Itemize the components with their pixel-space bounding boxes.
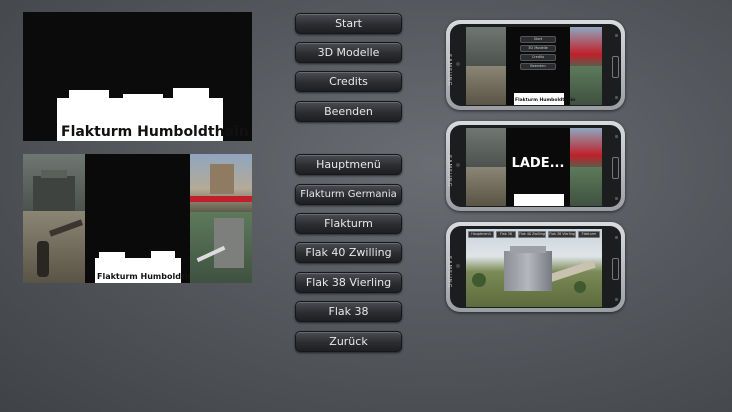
screen-photo-left-bottom: [466, 66, 506, 105]
fortress-roof: [123, 94, 163, 100]
mini-start-button: Start: [520, 36, 556, 43]
phone-key-top: [615, 34, 618, 37]
phone-brand-label: SAMSUNG: [446, 256, 452, 289]
phone-key-bottom: [615, 96, 618, 99]
mini-quit-button: Beenden: [520, 63, 556, 70]
mini-tab-flakturm: Flakturm: [578, 231, 600, 238]
phone-home-button: [612, 157, 619, 179]
photo-collage: Flakturm Humboldthain: [23, 154, 252, 283]
phone-key-top: [615, 236, 618, 239]
mini-fortress-silhouette: [514, 194, 564, 206]
collage-title: Flakturm Humboldthain: [97, 272, 190, 281]
screen-photo-left-top: [466, 27, 506, 66]
screen-photo-left-top: [466, 128, 506, 167]
loading-text: LADE...: [511, 156, 565, 171]
phone-body: SAMSUNG Hauptmenü Flak 38 Flak 40 Zwilli…: [446, 226, 621, 308]
phone-body: SAMSUNG LADE...: [446, 125, 621, 207]
phone-home-button: [612, 56, 619, 78]
logo-title: Flakturm Humboldthain: [61, 124, 249, 140]
photo-tower-trees: [190, 212, 252, 283]
phone-model-preview: SAMSUNG Hauptmenü Flak 38 Flak 40 Zwilli…: [446, 222, 625, 312]
mini-tab-flak-38-vierling: Flak 38 Vierling: [548, 231, 576, 238]
collage-fortress-tower: [99, 252, 125, 260]
flak-38-button[interactable]: Flak 38: [295, 301, 402, 322]
photo-soldier-gun: [23, 211, 85, 283]
quit-button[interactable]: Beenden: [295, 101, 402, 122]
phone-brand-label: SAMSUNG: [446, 54, 452, 87]
model-tree: [472, 273, 486, 287]
model-flak-tower-roof: [510, 246, 546, 253]
mini-title: Flakturm Humboldthain: [515, 98, 576, 103]
model-tree: [574, 281, 586, 293]
3d-models-button[interactable]: 3D Modelle: [295, 42, 402, 63]
phone-screen: Hauptmenü Flak 38 Flak 40 Zwilling Flak …: [466, 229, 602, 307]
phone-home-button: [612, 258, 619, 280]
screen-photo-right-top: [570, 27, 602, 66]
mini-3d-models-button: 3D Modelle: [520, 45, 556, 52]
back-button[interactable]: Zurück: [295, 331, 402, 352]
mini-tab-flak-40-zwilling: Flak 40 Zwilling: [518, 231, 546, 238]
photo-center-black: Flakturm Humboldthain: [85, 154, 190, 283]
model-flak-tower: [504, 251, 552, 291]
phone-key-bottom: [615, 298, 618, 301]
mini-tab-flak-38: Flak 38: [496, 231, 516, 238]
flak-40-zwilling-button[interactable]: Flak 40 Zwilling: [295, 242, 402, 263]
photo-flak-tower: [23, 154, 85, 211]
phone-camera: [456, 163, 460, 167]
phone-screen: LADE...: [466, 128, 602, 206]
fortress-tower-left: [69, 90, 109, 100]
flakturm-germania-button[interactable]: Flakturm Germania: [295, 184, 402, 205]
logo-panel: Flakturm Humboldthain: [23, 12, 252, 141]
phone-menu-preview: SAMSUNG Start 3D Modelle Credits Beenden…: [446, 20, 625, 110]
mini-tab-main-menu: Hauptmenü: [468, 231, 494, 238]
phone-camera: [456, 62, 460, 66]
screen-photo-left-bottom: [466, 167, 506, 206]
main-menu-button[interactable]: Hauptmenü: [295, 154, 402, 175]
phone-key-top: [615, 135, 618, 138]
screen-photo-right-top: [570, 128, 602, 167]
screen-photo-right-bottom: [570, 167, 602, 206]
phone-key-bottom: [615, 197, 618, 200]
photo-tower-red-fence: [190, 154, 252, 212]
phone-brand-label: SAMSUNG: [446, 155, 452, 188]
start-button[interactable]: Start: [295, 13, 402, 34]
phone-loading-preview: SAMSUNG LADE...: [446, 121, 625, 211]
flakturm-button[interactable]: Flakturm: [295, 213, 402, 234]
collage-fortress-tower-right: [151, 251, 175, 260]
mini-credits-button: Credits: [520, 54, 556, 61]
credits-button[interactable]: Credits: [295, 71, 402, 92]
fortress-tower-right: [173, 88, 209, 100]
phone-screen: Start 3D Modelle Credits Beenden Flaktur…: [466, 27, 602, 105]
phone-body: SAMSUNG Start 3D Modelle Credits Beenden…: [446, 24, 621, 106]
flak-38-vierling-button[interactable]: Flak 38 Vierling: [295, 272, 402, 293]
phone-camera: [456, 264, 460, 268]
